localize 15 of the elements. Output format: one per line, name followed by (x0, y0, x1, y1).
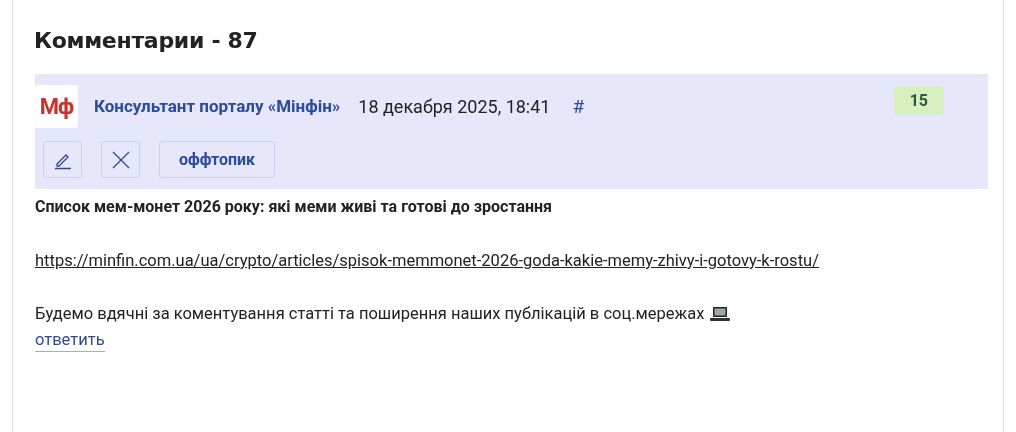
comment-title: Список мем-монет 2026 року: які меми живі та готові до зростання (35, 197, 554, 216)
article-link[interactable]: https://minfin.com.ua/ua/crypto/articles/spisok-memmonet-2026-goda-kakie-memy-zhivy-i-gotovy-k-rostu/ (35, 251, 1003, 270)
author-link[interactable]: Консультант порталу «Мінфін» (94, 96, 341, 116)
rating-badge: 15 (893, 86, 944, 115)
delete-button[interactable] (101, 141, 140, 178)
offtopic-button[interactable]: оффтопик (159, 141, 276, 178)
reply-link[interactable]: ответить (35, 330, 105, 352)
comment-text: Будемо вдячні за коментування статті та поширення наших публікацій в соц.мережах (35, 304, 705, 323)
comment-date: 18 декабря 2025, 18:41 (358, 95, 551, 117)
edit-button[interactable] (43, 141, 82, 178)
laptop-icon (710, 305, 731, 322)
permalink[interactable]: # (572, 94, 585, 118)
comments-heading: Комментарии - 87 (34, 27, 259, 55)
close-icon (110, 149, 131, 170)
avatar: Мф (35, 84, 78, 128)
